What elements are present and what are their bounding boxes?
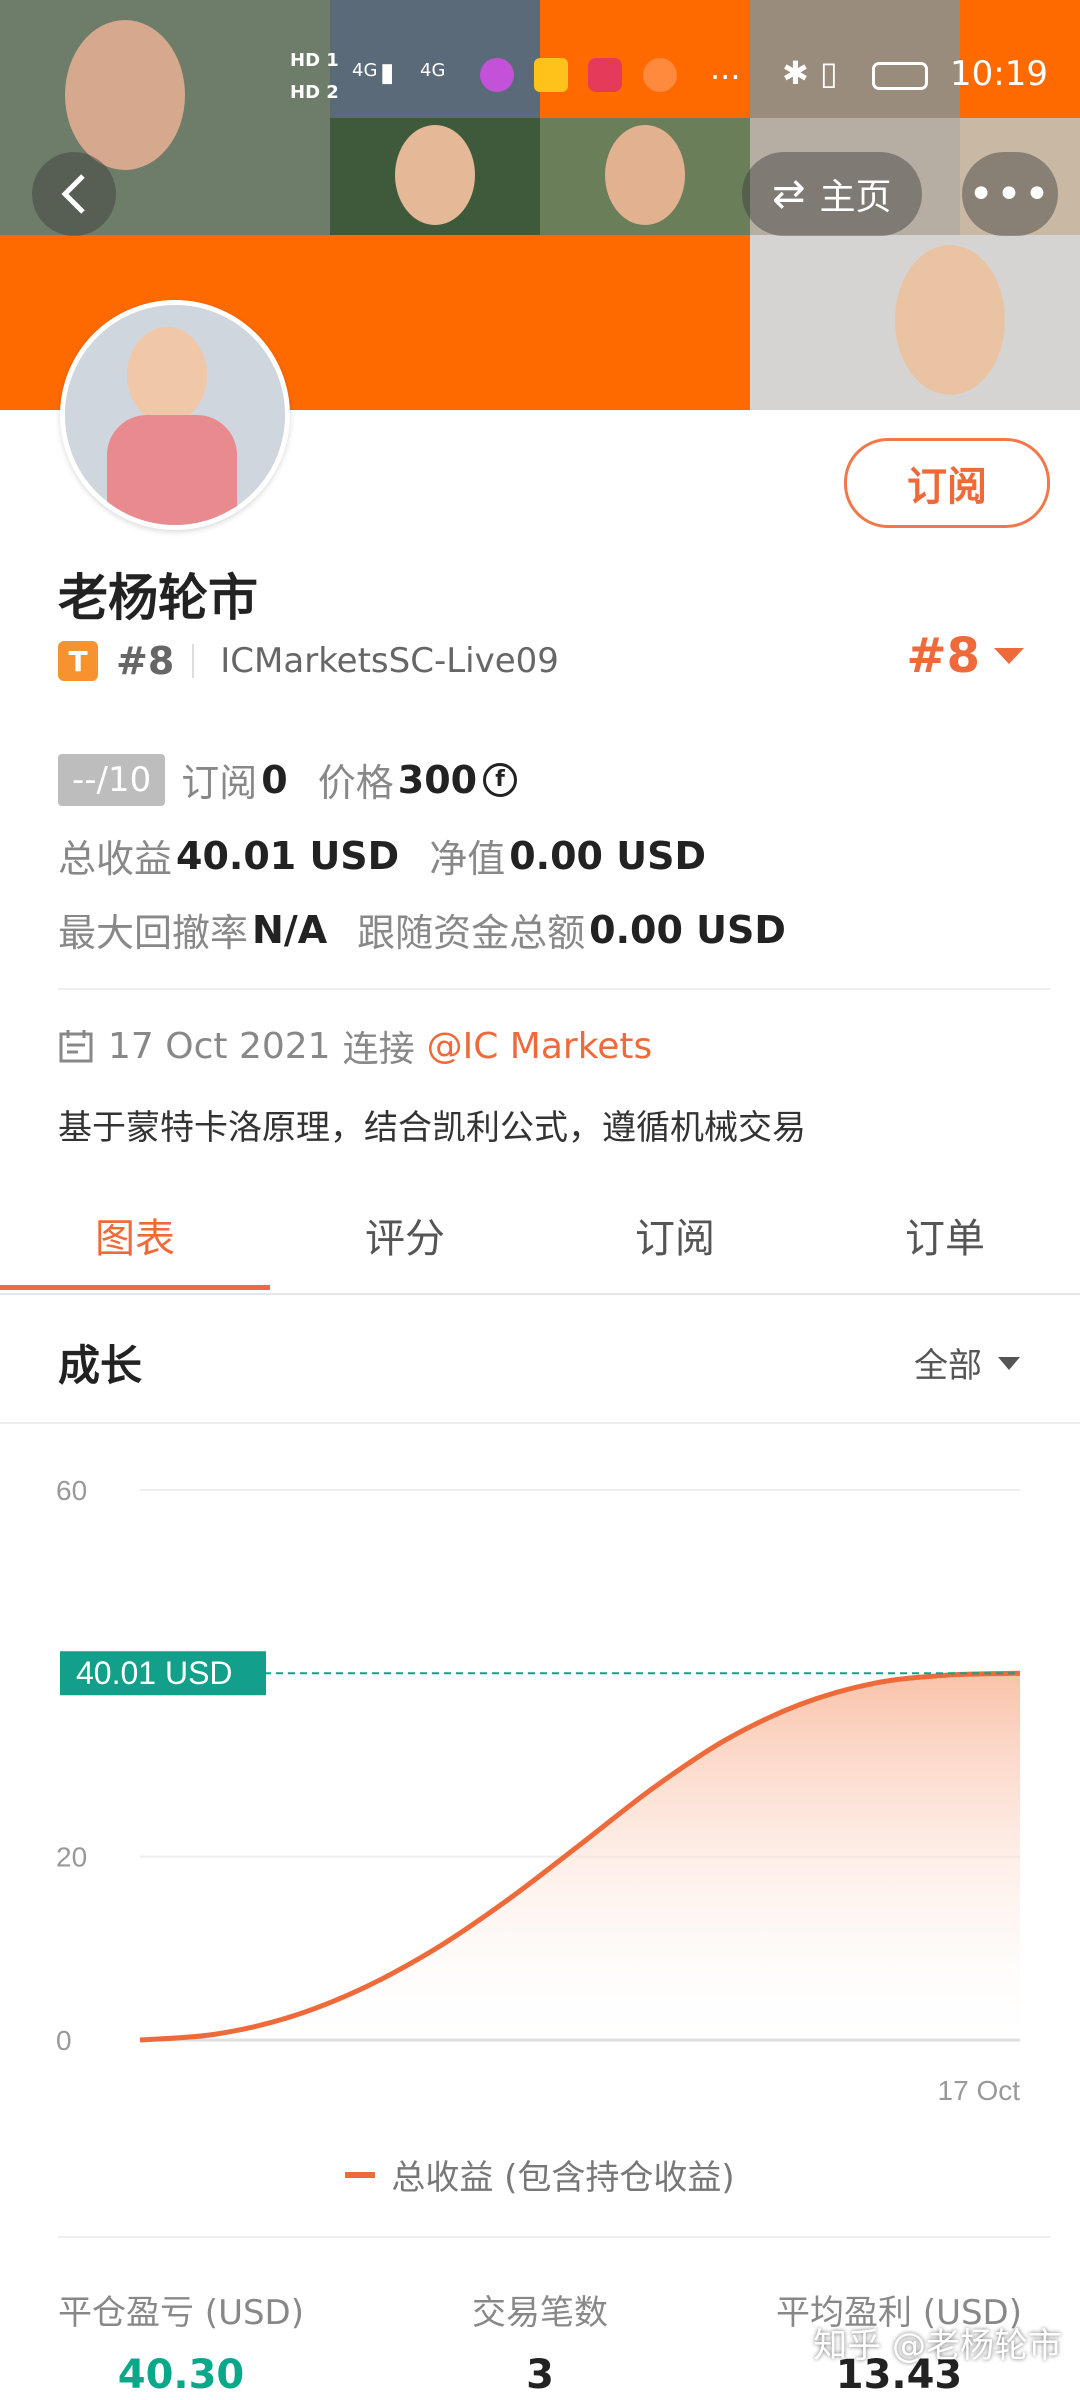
app-notification-icon: [588, 58, 623, 92]
strategy-description: 基于蒙特卡洛原理，结合凯利公式，遵循机械交易: [58, 1108, 806, 1148]
caret-down-icon: [998, 1356, 1020, 1370]
max-drawdown-label: 最大回撤率: [58, 911, 249, 955]
tab-chart[interactable]: 图表: [0, 1180, 270, 1290]
more-button[interactable]: •••: [962, 152, 1058, 236]
mail-icon: [534, 58, 569, 92]
account-name: ICMarketsSC-Live09: [220, 641, 559, 681]
clock: 10:19: [950, 54, 1048, 94]
divider: [192, 644, 195, 678]
follow-total-label: 跟随资金总额: [357, 911, 586, 955]
score-box: --/10: [58, 753, 166, 806]
net-value-value: 0.00 USD: [509, 833, 706, 878]
more-icon: •••: [968, 168, 1052, 220]
price-value: 300: [397, 757, 478, 802]
y-tick-label: 0: [56, 2025, 72, 2056]
stats-row-1: --/10 订阅 0 价格 300 f: [58, 752, 518, 807]
trades-metric: 交易笔数 3: [472, 2285, 608, 2398]
avatar-face: [127, 327, 207, 423]
coin-icon: f: [483, 762, 518, 797]
back-button[interactable]: [32, 152, 116, 236]
net-value-label: 净值: [429, 837, 506, 881]
legend-swatch: [345, 2171, 376, 2178]
growth-chart: 60 20 0 40.01 USD 17 Oct: [56, 1475, 1021, 2106]
caret-down-icon: [994, 648, 1024, 664]
stats-row-3: 最大回撤率 N/A 跟随资金总额 0.00 USD: [58, 902, 786, 957]
switch-icon: ⇄: [772, 171, 806, 217]
broker-link[interactable]: @IC Markets: [427, 1026, 653, 1067]
tab-subscribe[interactable]: 订阅: [540, 1180, 810, 1290]
rank-row: T #8 ICMarketsSC-Live09: [58, 636, 559, 686]
y-tick-label: 60: [56, 1475, 87, 1506]
chart-legend: 总收益 (包含持仓收益): [0, 2150, 1080, 2199]
trades-label: 交易笔数: [472, 2293, 608, 2333]
tab-rating[interactable]: 评分: [270, 1180, 540, 1290]
battery-icon: [872, 62, 928, 90]
x-tick-label: 17 Oct: [938, 2075, 1021, 2106]
total-profit-value: 40.01 USD: [176, 833, 400, 878]
photo-face: [605, 125, 685, 225]
signal-icon: ▮: [380, 58, 395, 88]
more-notifications: ···: [710, 58, 741, 96]
section-title: 成长: [58, 1341, 143, 1390]
bluetooth-icon: ✱: [782, 54, 809, 92]
range-filter[interactable]: 全部: [914, 1338, 1022, 1387]
home-label: 主页: [819, 177, 892, 218]
hd1-label: HD 1: [290, 50, 339, 71]
follow-total-value: 0.00 USD: [589, 907, 786, 952]
legend-label: 总收益 (包含持仓收益): [391, 2158, 735, 2198]
status-bar: HD 1 HD 2 4G 4G ▮ ··· ✱ ▯ 10:19: [0, 40, 1080, 120]
rank-dropdown[interactable]: #8: [906, 628, 1026, 684]
photo-face: [395, 125, 475, 225]
divider: [0, 1293, 1080, 1295]
calendar-icon: [59, 1030, 93, 1063]
range-filter-label: 全部: [914, 1346, 982, 1386]
home-button[interactable]: ⇄ 主页: [742, 152, 922, 236]
network-label: 4G: [352, 60, 378, 81]
chevron-left-icon: [61, 174, 85, 214]
closed-pl-label: 平仓盈亏 (USD): [58, 2293, 304, 2333]
avatar[interactable]: [60, 300, 290, 530]
avatar-body: [107, 415, 237, 525]
rank-value: #8: [906, 628, 980, 684]
total-profit-label: 总收益: [58, 837, 173, 881]
trades-value: 3: [526, 2352, 554, 2398]
connect-date: 17 Oct 2021: [108, 1025, 331, 1067]
subscribe-count-value: 0: [261, 757, 288, 802]
photo-face: [895, 245, 1005, 395]
app-notification-icon: [642, 58, 677, 92]
closed-pl-value: 40.30: [117, 2352, 245, 2398]
hd2-label: HD 2: [290, 82, 339, 103]
divider: [0, 1422, 1080, 1424]
app-icons: [480, 58, 731, 100]
network-label: 4G: [420, 60, 446, 81]
closed-pl-metric: 平仓盈亏 (USD) 40.30: [58, 2285, 304, 2398]
watermark: 知乎 @老杨轮市: [813, 2326, 1062, 2366]
rank-label: #8: [116, 639, 175, 683]
tab-bar: 图表 评分 订阅 订单: [0, 1180, 1080, 1290]
subscribe-count-label: 订阅: [181, 761, 258, 805]
stats-row-2: 总收益 40.01 USD 净值 0.00 USD: [58, 828, 706, 883]
app-notification-icon: [480, 58, 514, 92]
vibrate-icon: ▯: [820, 54, 838, 92]
divider: [58, 988, 1050, 990]
page-title: 老杨轮市: [58, 569, 258, 627]
price-label: 价格: [317, 761, 394, 805]
subscribe-button[interactable]: 订阅: [844, 438, 1050, 528]
current-value-label: 40.01 USD: [76, 1655, 233, 1691]
connect-info: 17 Oct 2021 连接 @IC Markets: [58, 1020, 652, 1072]
level-badge: T: [58, 641, 98, 681]
max-drawdown-value: N/A: [252, 907, 328, 952]
connect-label: 连接: [342, 1029, 415, 1070]
y-tick-label: 20: [56, 1842, 87, 1873]
tab-orders[interactable]: 订单: [810, 1180, 1080, 1290]
divider: [58, 2236, 1050, 2238]
